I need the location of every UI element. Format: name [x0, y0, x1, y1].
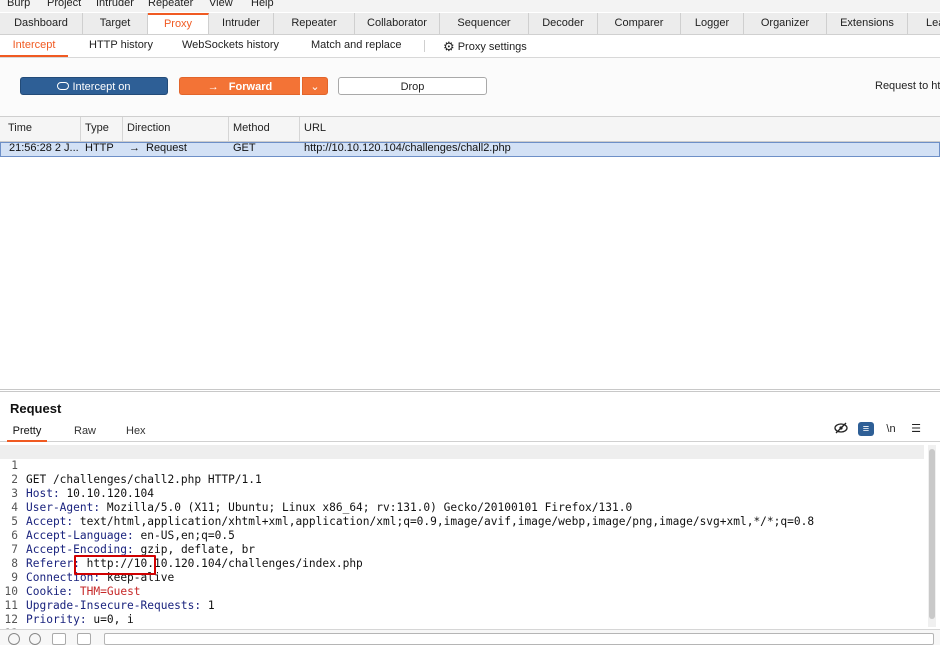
- wrap-lines-icon[interactable]: ≡: [858, 422, 874, 436]
- cell-direction: → Request: [129, 142, 187, 155]
- next-arrow-icon[interactable]: [77, 633, 91, 645]
- tab-proxy[interactable]: Proxy: [148, 13, 209, 34]
- search-input[interactable]: [104, 633, 934, 645]
- chevron-down-icon: ⌄: [310, 81, 320, 93]
- menu-bar: Burp Project Intruder Repeater View Help: [0, 0, 940, 12]
- forward-button[interactable]: → Forward: [179, 77, 300, 95]
- column-time[interactable]: Time: [4, 117, 81, 141]
- main-tabs: Dashboard Target Proxy Intruder Repeater…: [0, 13, 940, 35]
- column-direction[interactable]: Direction: [123, 117, 229, 141]
- table-header: Time Type Direction Method URL: [0, 117, 940, 142]
- editor-bottom-bar: [0, 629, 940, 645]
- forward-options-button[interactable]: ⌄: [302, 77, 328, 95]
- tab-repeater[interactable]: Repeater: [274, 13, 355, 34]
- help-icon[interactable]: [8, 633, 20, 645]
- menu-intruder[interactable]: Intruder: [96, 0, 134, 9]
- column-url[interactable]: URL: [300, 117, 940, 141]
- request-editor[interactable]: 1 GET /challenges/chall2.php HTTP/1.1 2 …: [0, 445, 928, 640]
- tab-comparer[interactable]: Comparer: [598, 13, 681, 34]
- request-view-tabs: Pretty Raw Hex: [0, 423, 940, 442]
- intercept-toggle-button[interactable]: Intercept on: [20, 77, 168, 95]
- cell-type: HTTP: [85, 142, 114, 154]
- drop-button[interactable]: Drop: [338, 77, 487, 95]
- arrow-right-icon: →: [207, 81, 219, 93]
- tab-learn[interactable]: Lea: [908, 13, 940, 34]
- editor-line: 2 Host: 10.10.120.104: [11, 473, 154, 500]
- editor-line: 7 Referer: http://10.10.120.104/challeng…: [11, 543, 363, 570]
- tab-intruder[interactable]: Intruder: [209, 13, 274, 34]
- settings-icon[interactable]: [29, 633, 41, 645]
- tab-collaborator[interactable]: Collaborator: [355, 13, 440, 34]
- menu-repeater[interactable]: Repeater: [148, 0, 193, 9]
- tab-target[interactable]: Target: [83, 13, 148, 34]
- scrollbar-thumb[interactable]: [929, 449, 935, 619]
- tab-pretty[interactable]: Pretty: [7, 425, 47, 442]
- tab-dashboard[interactable]: Dashboard: [0, 13, 83, 34]
- tab-organizer[interactable]: Organizer: [744, 13, 827, 34]
- menu-help[interactable]: Help: [251, 0, 274, 9]
- arrow-right-icon: →: [129, 142, 140, 154]
- tab-sequencer[interactable]: Sequencer: [440, 13, 529, 34]
- subtab-proxy-settings[interactable]: ⚙ Proxy settings: [443, 35, 527, 57]
- proxy-sub-tabs: Intercept HTTP history WebSockets histor…: [0, 35, 940, 58]
- editor-line: 1 GET /challenges/chall2.php HTTP/1.1: [0, 445, 924, 486]
- menu-view[interactable]: View: [209, 0, 233, 9]
- menu-icon[interactable]: ☰: [908, 422, 924, 436]
- editor-line: 3 User-Agent: Mozilla/5.0 (X11; Ubuntu; …: [11, 487, 633, 514]
- menu-burp[interactable]: Burp: [7, 0, 30, 9]
- forward-label: Forward: [228, 81, 273, 93]
- editor-line: 11 Priority: u=0, i: [4, 599, 134, 626]
- column-type[interactable]: Type: [81, 117, 123, 141]
- tab-hex[interactable]: Hex: [126, 425, 146, 440]
- table-row[interactable]: 21:56:28 2 J... HTTP → Request GET http:/…: [0, 142, 940, 157]
- hide-eye-icon[interactable]: [833, 422, 849, 436]
- tab-decoder[interactable]: Decoder: [529, 13, 598, 34]
- request-panel-title: Request: [10, 401, 62, 416]
- editor-line: 5 Accept-Language: en-US,en;q=0.5: [11, 515, 235, 542]
- subtab-websockets-history[interactable]: WebSockets history: [182, 35, 279, 57]
- request-to-label: Request to ht: [875, 80, 940, 92]
- intercept-table: Time Type Direction Method URL 21:56:28 …: [0, 117, 940, 392]
- cell-time: 21:56:28 2 J...: [9, 142, 79, 154]
- editor-line: 4 Accept: text/html,application/xhtml+xm…: [11, 501, 815, 528]
- editor-scrollbar[interactable]: [928, 445, 936, 627]
- tab-extensions[interactable]: Extensions: [827, 13, 908, 34]
- editor-line: 6 Accept-Encoding: gzip, deflate, br: [11, 529, 256, 556]
- direction-label: Request: [146, 142, 187, 154]
- gear-icon: ⚙: [443, 39, 455, 54]
- previous-arrow-icon[interactable]: [52, 633, 66, 645]
- subtab-match-and-replace[interactable]: Match and replace: [311, 35, 402, 57]
- subtab-intercept[interactable]: Intercept: [0, 35, 68, 57]
- tab-raw[interactable]: Raw: [74, 425, 96, 440]
- cell-method: GET: [233, 142, 256, 154]
- newline-toggle-icon[interactable]: \n: [883, 422, 899, 436]
- request-panel: Request Pretty Raw Hex ≡ \n ☰ 1 GET /cha…: [0, 393, 940, 645]
- cell-url: http://10.10.120.104/challenges/chall2.p…: [304, 142, 511, 154]
- toggle-icon: [57, 82, 70, 90]
- subtab-divider: [424, 40, 425, 52]
- column-method[interactable]: Method: [229, 117, 300, 141]
- intercept-label: Intercept on: [72, 81, 131, 93]
- menu-project[interactable]: Project: [47, 0, 81, 9]
- intercept-toolbar: Intercept on → Forward ⌄ Drop Request to …: [0, 58, 940, 117]
- editor-line: 12: [4, 613, 18, 626]
- editor-line: 13: [0, 613, 928, 640]
- tab-logger[interactable]: Logger: [681, 13, 744, 34]
- cookie-highlight-box: [74, 555, 156, 575]
- subtab-http-history[interactable]: HTTP history: [89, 35, 153, 57]
- proxy-settings-label: Proxy settings: [457, 41, 527, 53]
